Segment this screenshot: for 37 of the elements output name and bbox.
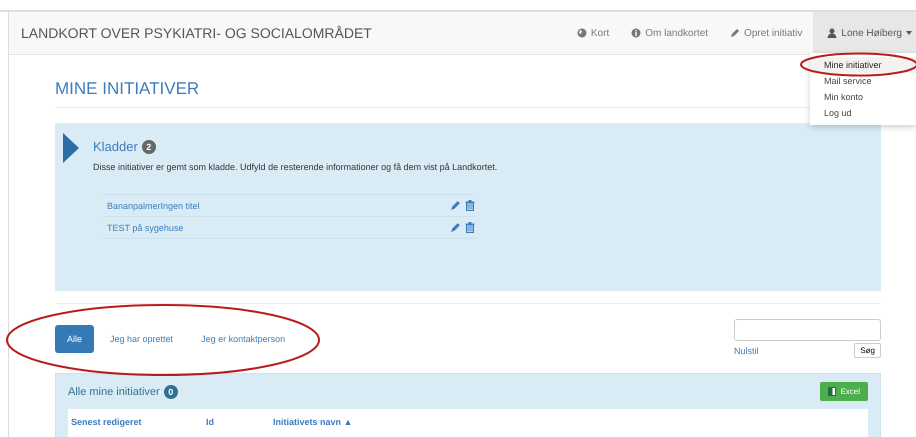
drafts-description: Disse initiativer er gemt som kladde. Udfyld de resterende informationer og få dem vist på Landkortet. <box>93 162 498 172</box>
nav-link[interactable]: Opret initiativ <box>719 12 814 54</box>
column-header[interactable]: Initiativets navn ▲ <box>273 417 803 437</box>
filter-tab[interactable]: Jeg har oprettet <box>98 324 186 352</box>
count-badge: 0 <box>164 384 178 398</box>
menu-item[interactable]: Mine initiativer <box>810 57 916 73</box>
column-header[interactable]: Senest redigeret <box>71 417 206 437</box>
count-badge: 2 <box>142 140 156 154</box>
edit-icon[interactable] <box>450 222 461 233</box>
site-title[interactable]: LANDKORT OVER PSYKIATRI- OG SOCIALOMRÅDET <box>9 12 566 54</box>
edit-icon[interactable] <box>450 200 461 211</box>
globe-icon <box>576 28 587 38</box>
spreadsheet-icon <box>828 387 836 396</box>
draft-link[interactable]: TEST på sygehuse <box>107 222 184 232</box>
list-title: Alle mine initiativer <box>68 386 160 398</box>
user-icon <box>827 28 838 38</box>
triangle-icon <box>63 133 79 163</box>
filter-tab[interactable]: Jeg er kontaktperson <box>189 324 298 352</box>
drafts-title: Kladder <box>93 139 138 154</box>
filter-tab[interactable]: Alle <box>55 324 94 352</box>
excel-button[interactable]: Excel <box>820 382 868 401</box>
info-icon <box>631 28 642 38</box>
nav-link[interactable]: Om landkortet <box>620 12 720 54</box>
draft-link[interactable]: BananpalmerIngen titel <box>107 200 200 210</box>
trash-icon[interactable] <box>465 222 475 233</box>
trash-icon[interactable] <box>465 200 475 211</box>
column-header[interactable]: Id <box>206 417 273 437</box>
nav-link[interactable]: Kort <box>566 12 620 54</box>
search-field[interactable] <box>734 319 881 341</box>
reset-link[interactable]: Nulstil <box>734 346 759 356</box>
menu-item[interactable]: Mail service <box>810 73 916 89</box>
caret-icon <box>906 31 912 35</box>
pencil-icon <box>730 28 740 38</box>
menu-item[interactable]: Min konto <box>810 89 916 105</box>
search-button[interactable]: Søg <box>854 343 881 358</box>
user-menu-toggle[interactable]: Lone Høiberg <box>813 12 916 54</box>
menu-item[interactable]: Log ud <box>810 105 916 121</box>
